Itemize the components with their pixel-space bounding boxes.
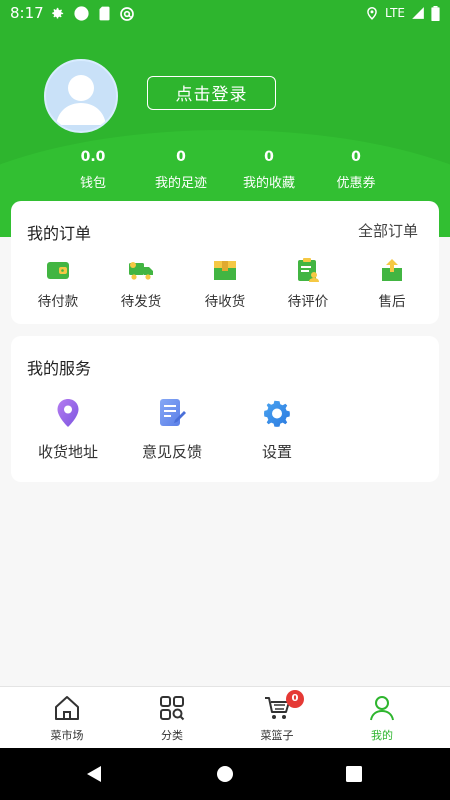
clipboard-review-icon bbox=[298, 258, 319, 282]
package-icon bbox=[214, 261, 236, 280]
service-settings[interactable]: 设置 bbox=[237, 396, 317, 462]
home-icon bbox=[55, 696, 79, 720]
all-orders-link[interactable]: 全部订单 bbox=[358, 220, 418, 241]
sim-card-icon bbox=[99, 6, 110, 21]
tab-mine[interactable]: 我的 bbox=[337, 693, 427, 743]
service-label: 收货地址 bbox=[37, 443, 98, 461]
order-pending-shipment[interactable]: 待发货 bbox=[111, 257, 171, 310]
wallet-icon bbox=[47, 262, 69, 279]
recents-icon[interactable] bbox=[346, 766, 362, 782]
stat-footprints[interactable]: 0 我的足迹 bbox=[136, 146, 226, 191]
default-avatar-icon bbox=[56, 75, 106, 125]
home-icon[interactable] bbox=[216, 765, 234, 783]
battery-icon bbox=[431, 5, 440, 21]
tab-label: 菜篮子 bbox=[260, 729, 294, 742]
order-label: 待收货 bbox=[204, 294, 246, 310]
circle-icon bbox=[74, 6, 89, 21]
order-label: 待发货 bbox=[120, 294, 162, 310]
return-box-icon bbox=[382, 259, 402, 281]
signal-icon bbox=[412, 7, 424, 19]
at-sign-icon bbox=[120, 6, 134, 21]
stat-value: 0 bbox=[264, 149, 274, 165]
orders-card: 我的订单 全部订单 待付款 待发货 待收货 待评价 售后 bbox=[11, 201, 439, 324]
service-label: 设置 bbox=[261, 443, 292, 461]
status-icons-left bbox=[50, 5, 135, 22]
order-pending-review[interactable]: 待评价 bbox=[278, 257, 338, 310]
order-pending-payment[interactable]: 待付款 bbox=[28, 257, 88, 310]
cart-badge: 0 bbox=[286, 690, 304, 708]
service-address[interactable]: 收货地址 bbox=[28, 396, 108, 462]
stat-coupons[interactable]: 0 优惠券 bbox=[311, 146, 401, 191]
tab-market[interactable]: 菜市场 bbox=[22, 693, 112, 743]
back-icon[interactable] bbox=[85, 765, 103, 783]
category-icon bbox=[160, 696, 185, 721]
stats-row: 0.0 钱包 0 我的足迹 0 我的收藏 0 优惠券 bbox=[0, 146, 450, 196]
stat-label: 钱包 bbox=[79, 176, 106, 191]
feedback-document-icon bbox=[160, 399, 186, 426]
location-pin-icon bbox=[57, 399, 79, 427]
order-label: 待付款 bbox=[37, 294, 79, 310]
services-title: 我的服务 bbox=[27, 359, 92, 378]
order-after-sales[interactable]: 售后 bbox=[362, 257, 422, 310]
order-label: 待评价 bbox=[287, 294, 329, 310]
tab-cart[interactable]: 菜篮子 bbox=[232, 693, 322, 743]
tab-label: 我的 bbox=[371, 729, 393, 742]
services-card: 我的服务 收货地址 意见反馈 设置 bbox=[11, 336, 439, 482]
tab-category[interactable]: 分类 bbox=[127, 693, 217, 743]
stat-value: 0 bbox=[176, 149, 186, 165]
avatar[interactable] bbox=[44, 59, 118, 133]
gear-icon bbox=[52, 7, 64, 19]
location-icon bbox=[367, 7, 377, 20]
stat-label: 我的收藏 bbox=[242, 176, 295, 191]
status-bar: 8:17 LTE bbox=[0, 0, 450, 27]
login-button[interactable]: 点击登录 bbox=[147, 76, 276, 110]
stat-favorites[interactable]: 0 我的收藏 bbox=[224, 146, 314, 191]
stat-label: 我的足迹 bbox=[154, 176, 207, 191]
truck-icon bbox=[129, 262, 153, 280]
system-nav-bar bbox=[0, 748, 450, 800]
user-icon bbox=[370, 696, 394, 721]
stat-value: 0 bbox=[351, 149, 361, 165]
service-label: 意见反馈 bbox=[141, 443, 202, 461]
gear-icon bbox=[264, 400, 290, 427]
tab-label: 菜市场 bbox=[50, 729, 84, 742]
order-label: 售后 bbox=[378, 294, 406, 310]
network-type: LTE bbox=[385, 6, 405, 20]
stat-wallet[interactable]: 0.0 钱包 bbox=[48, 146, 138, 191]
bottom-tab-bar: 菜市场 分类 菜篮子 我的 bbox=[0, 686, 450, 749]
orders-title: 我的订单 bbox=[27, 224, 92, 243]
service-feedback[interactable]: 意见反馈 bbox=[132, 396, 212, 462]
stat-value: 0.0 bbox=[80, 149, 106, 165]
order-pending-receipt[interactable]: 待收货 bbox=[195, 257, 255, 310]
status-icons-right: LTE bbox=[365, 5, 440, 21]
stat-label: 优惠券 bbox=[336, 176, 376, 191]
tab-label: 分类 bbox=[161, 729, 183, 742]
status-time: 8:17 bbox=[10, 4, 44, 22]
